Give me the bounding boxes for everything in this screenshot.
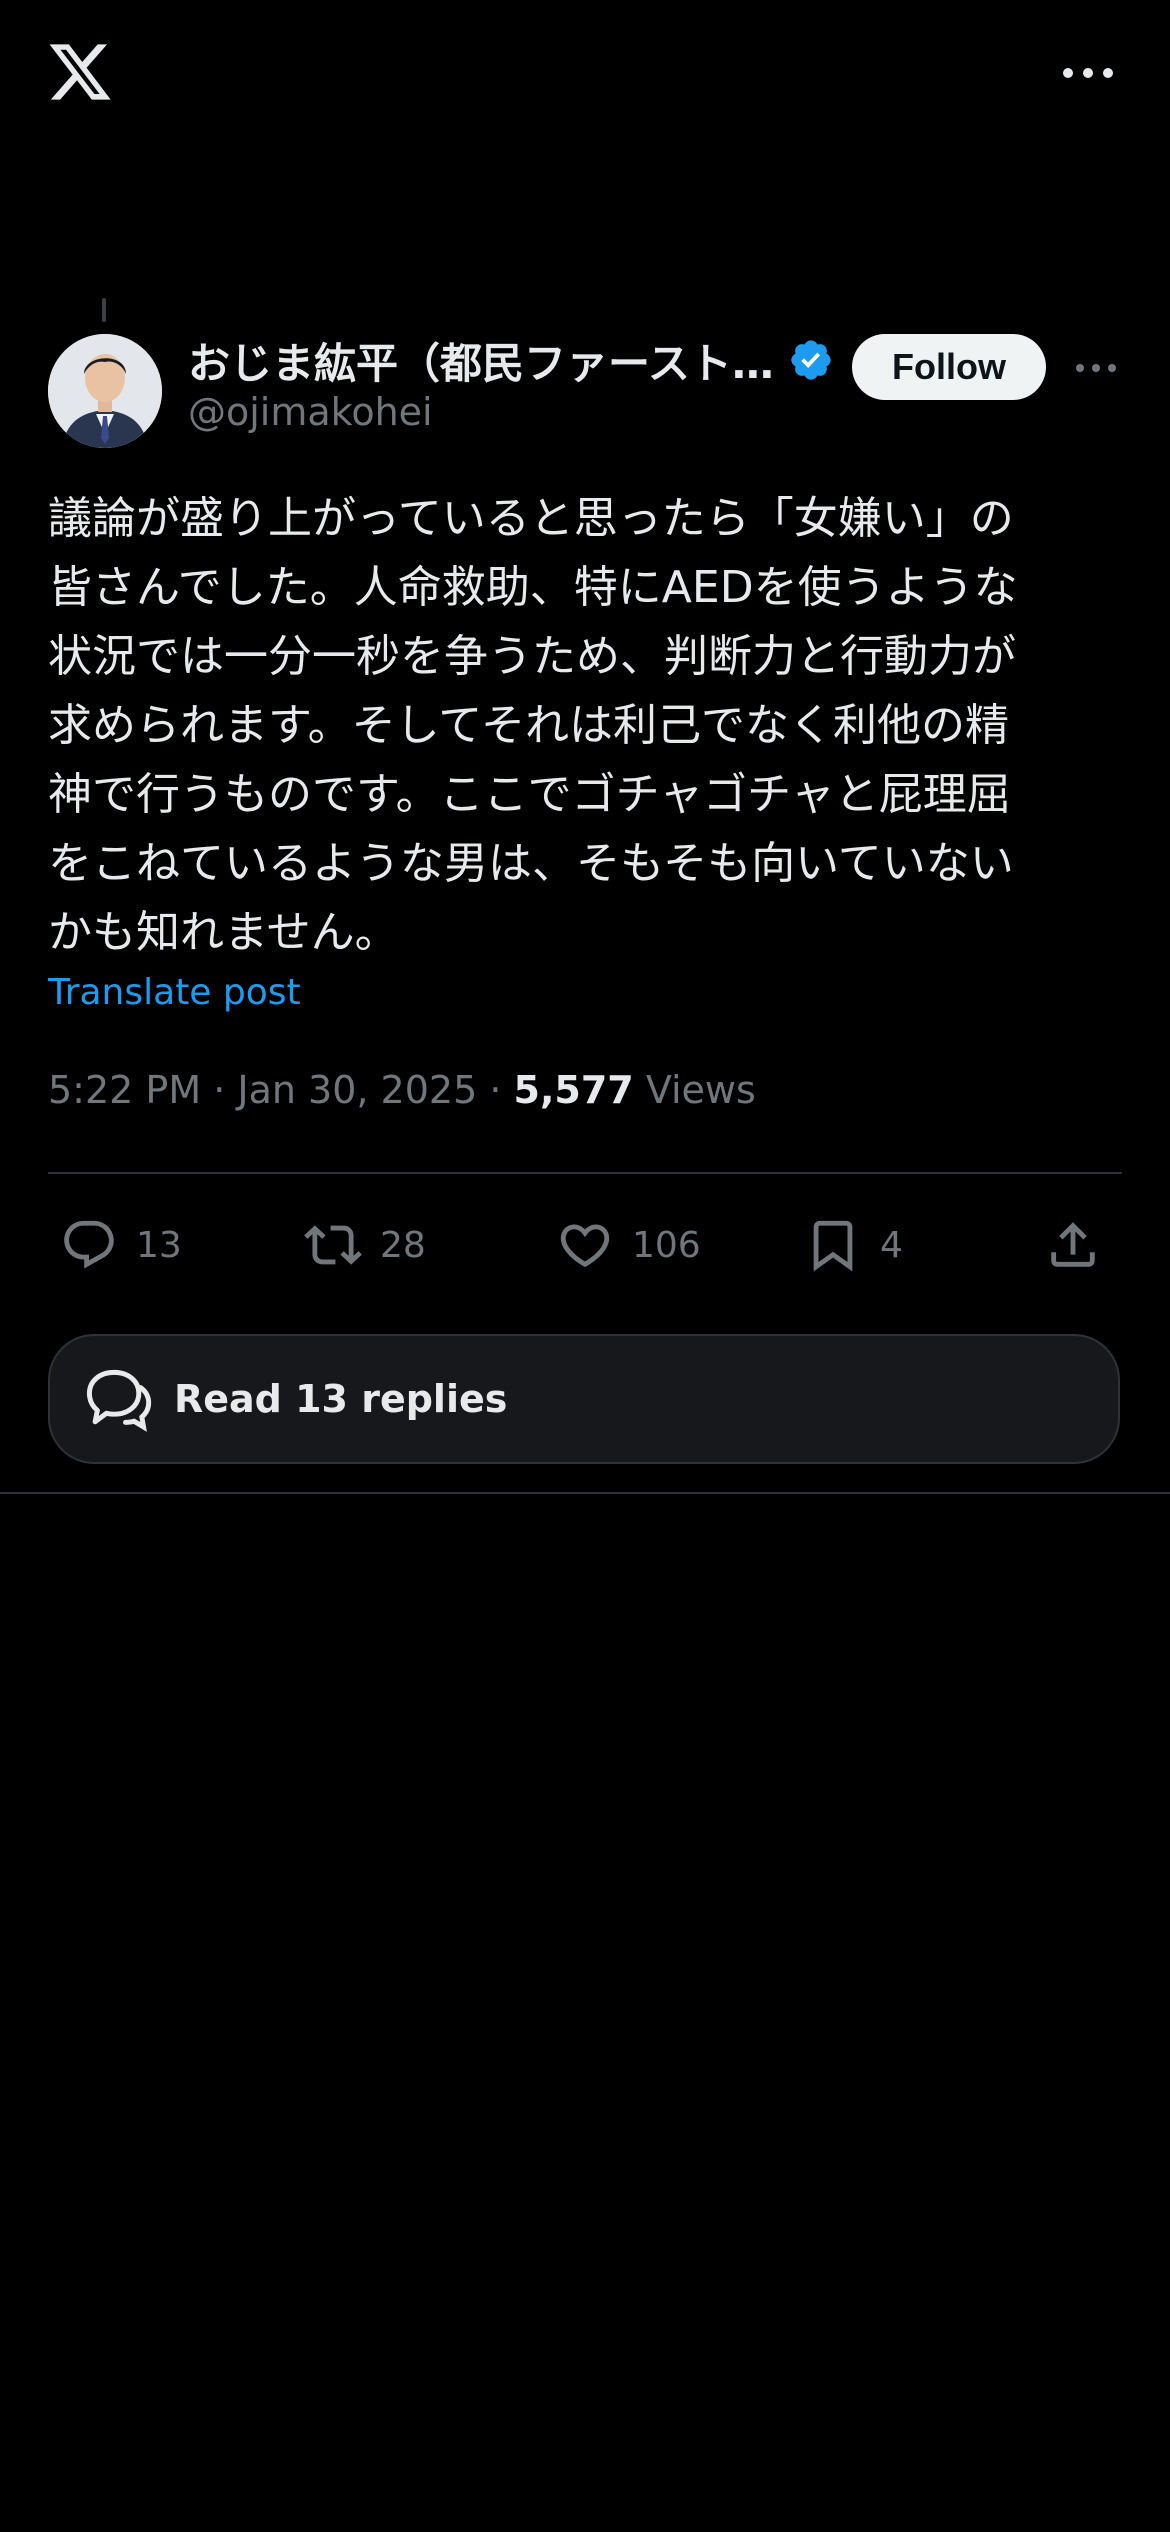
reply-icon xyxy=(64,1220,114,1269)
post-metadata: 5:22 PM · Jan 30, 2025 · 5,577 Views xyxy=(48,1068,756,1112)
post-more-options-icon[interactable] xyxy=(1074,356,1118,380)
author-handle[interactable]: @ojimakohei xyxy=(188,390,433,434)
post-date[interactable]: Jan 30, 2025 xyxy=(237,1068,477,1112)
repost-icon xyxy=(304,1225,362,1265)
author-display-name[interactable]: おじま紘平（都民ファースト… xyxy=(188,330,774,391)
heart-icon xyxy=(560,1224,610,1268)
author-name-row: おじま紘平（都民ファースト… xyxy=(188,330,834,390)
follow-button[interactable]: Follow xyxy=(852,334,1046,400)
bookmark-icon xyxy=(813,1220,853,1272)
post-text: 議論が盛り上がっていると思ったら「女嫌い」の 皆さんでした。人命救助、特にAED… xyxy=(48,493,1018,958)
verified-badge-icon xyxy=(791,340,831,380)
x-logo-icon[interactable] xyxy=(46,38,114,106)
post-time[interactable]: 5:22 PM xyxy=(48,1068,201,1112)
divider xyxy=(48,1172,1122,1174)
read-replies-button[interactable]: Read 13 replies xyxy=(48,1334,1120,1464)
repost-count: 28 xyxy=(380,1224,426,1266)
like-count: 106 xyxy=(632,1224,701,1266)
chat-bubbles-icon xyxy=(86,1369,152,1432)
translate-post-link[interactable]: Translate post xyxy=(48,972,301,1013)
views-count: 5,577 xyxy=(513,1068,634,1112)
thread-connector-line xyxy=(102,298,106,322)
meta-separator: · xyxy=(213,1068,238,1112)
reply-count: 13 xyxy=(136,1224,182,1266)
avatar[interactable] xyxy=(48,334,162,448)
share-icon xyxy=(1051,1222,1095,1267)
avatar-photo-icon xyxy=(48,334,162,448)
repost-button[interactable]: 28 xyxy=(304,1210,426,1280)
like-button[interactable]: 106 xyxy=(556,1210,701,1280)
views-label: Views xyxy=(645,1068,756,1112)
meta-separator: · xyxy=(489,1068,514,1112)
bookmark-count: 4 xyxy=(880,1224,903,1266)
read-replies-label: Read 13 replies xyxy=(174,1377,508,1421)
share-button[interactable] xyxy=(1044,1210,1102,1280)
top-bar xyxy=(0,0,1170,150)
bookmark-button[interactable]: 4 xyxy=(804,1210,903,1280)
more-horizontal-icon[interactable] xyxy=(1060,58,1116,88)
reply-button[interactable]: 13 xyxy=(60,1210,182,1280)
divider xyxy=(0,1492,1170,1494)
action-bar: 13 28 106 4 xyxy=(48,1210,1122,1280)
